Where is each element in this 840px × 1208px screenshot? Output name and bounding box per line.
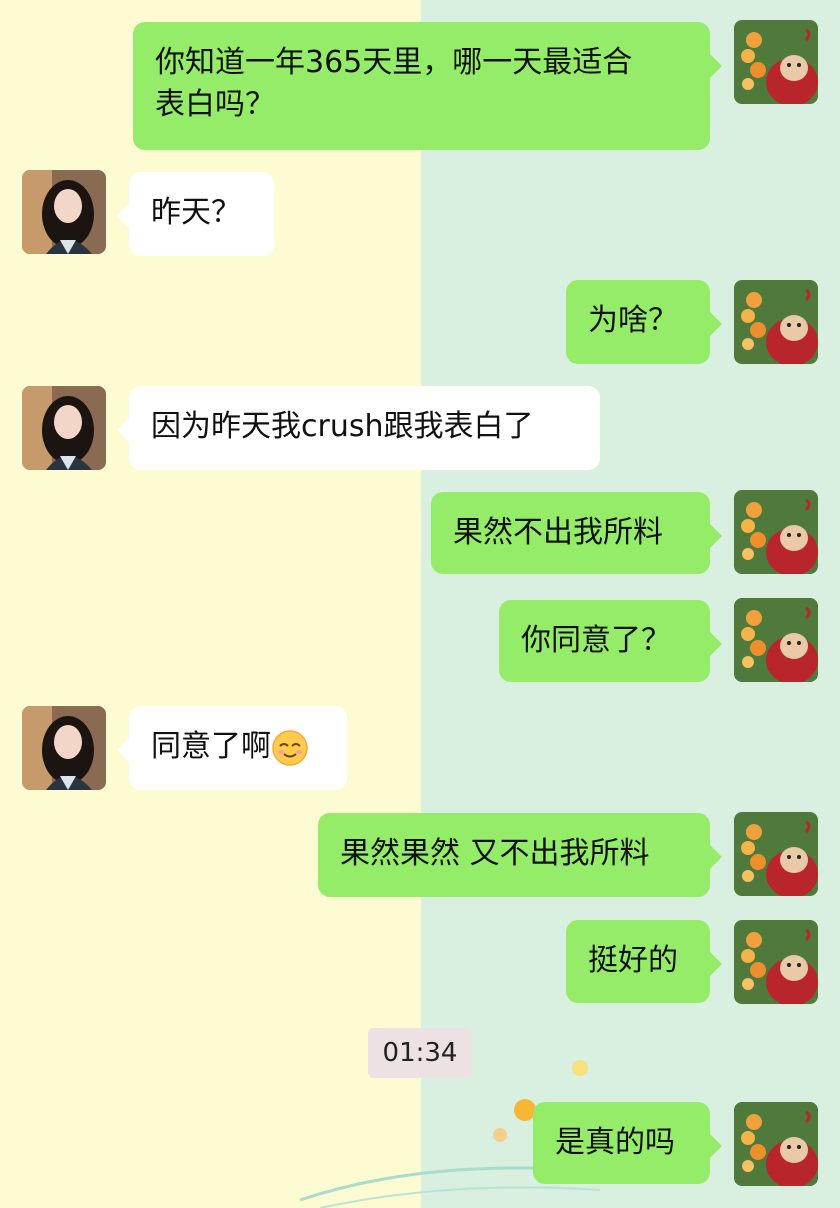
avatar-contact[interactable] [22,386,106,470]
message-bubble-outgoing[interactable]: 你同意了？ [499,600,722,682]
message-text: 为啥？ [588,303,678,338]
chat-timestamp: 01:34 [368,1028,472,1078]
avatar-self[interactable] [734,920,818,1004]
red-character-avatar-icon [734,598,818,682]
message-bubble-incoming[interactable]: 同意了啊 [117,706,347,790]
avatar-contact[interactable] [22,170,106,254]
message-text: 表白吗？ [155,87,275,122]
message-text: 果然果然 又不出我所料 [340,836,650,871]
red-character-avatar-icon [734,280,818,364]
avatar-self[interactable] [734,20,818,104]
message-text: 因为昨天我crush跟我表白了 [151,409,534,444]
avatar-self[interactable] [734,1102,818,1186]
message-bubble-outgoing[interactable]: 为啥？ [566,280,722,364]
girl-avatar-icon [22,386,106,470]
message-text: 挺好的 [588,943,678,978]
message-bubble-outgoing[interactable]: 果然不出我所料 [431,492,722,574]
message-bubble-outgoing[interactable]: 是真的吗 [533,1102,722,1184]
message-bubble-outgoing[interactable]: 果然果然 又不出我所料 [318,813,722,897]
smiling-face-with-closed-eyes-icon [272,729,308,766]
message-bubble-outgoing[interactable]: 挺好的 [566,920,722,1003]
red-character-avatar-icon [734,812,818,896]
message-text: 你知道一年365天里，哪一天最适合 [155,45,633,80]
message-text: 昨天？ [151,195,241,230]
red-character-avatar-icon [734,20,818,104]
avatar-self[interactable] [734,598,818,682]
avatar-self[interactable] [734,280,818,364]
message-text: 你同意了？ [521,623,671,658]
message-bubble-outgoing[interactable]: 你知道一年365天里，哪一天最适合 表白吗？ [133,22,722,150]
message-text: 果然不出我所料 [453,515,663,550]
avatar-contact[interactable] [22,706,106,790]
girl-avatar-icon [22,706,106,790]
message-text: 同意了啊 [151,729,271,764]
red-character-avatar-icon [734,490,818,574]
message-text: 是真的吗 [555,1125,675,1160]
red-character-avatar-icon [734,920,818,1004]
message-bubble-incoming[interactable]: 因为昨天我crush跟我表白了 [117,386,600,470]
girl-avatar-icon [22,170,106,254]
red-character-avatar-icon [734,1102,818,1186]
avatar-self[interactable] [734,812,818,896]
avatar-self[interactable] [734,490,818,574]
message-bubble-incoming[interactable]: 昨天？ [117,172,274,256]
